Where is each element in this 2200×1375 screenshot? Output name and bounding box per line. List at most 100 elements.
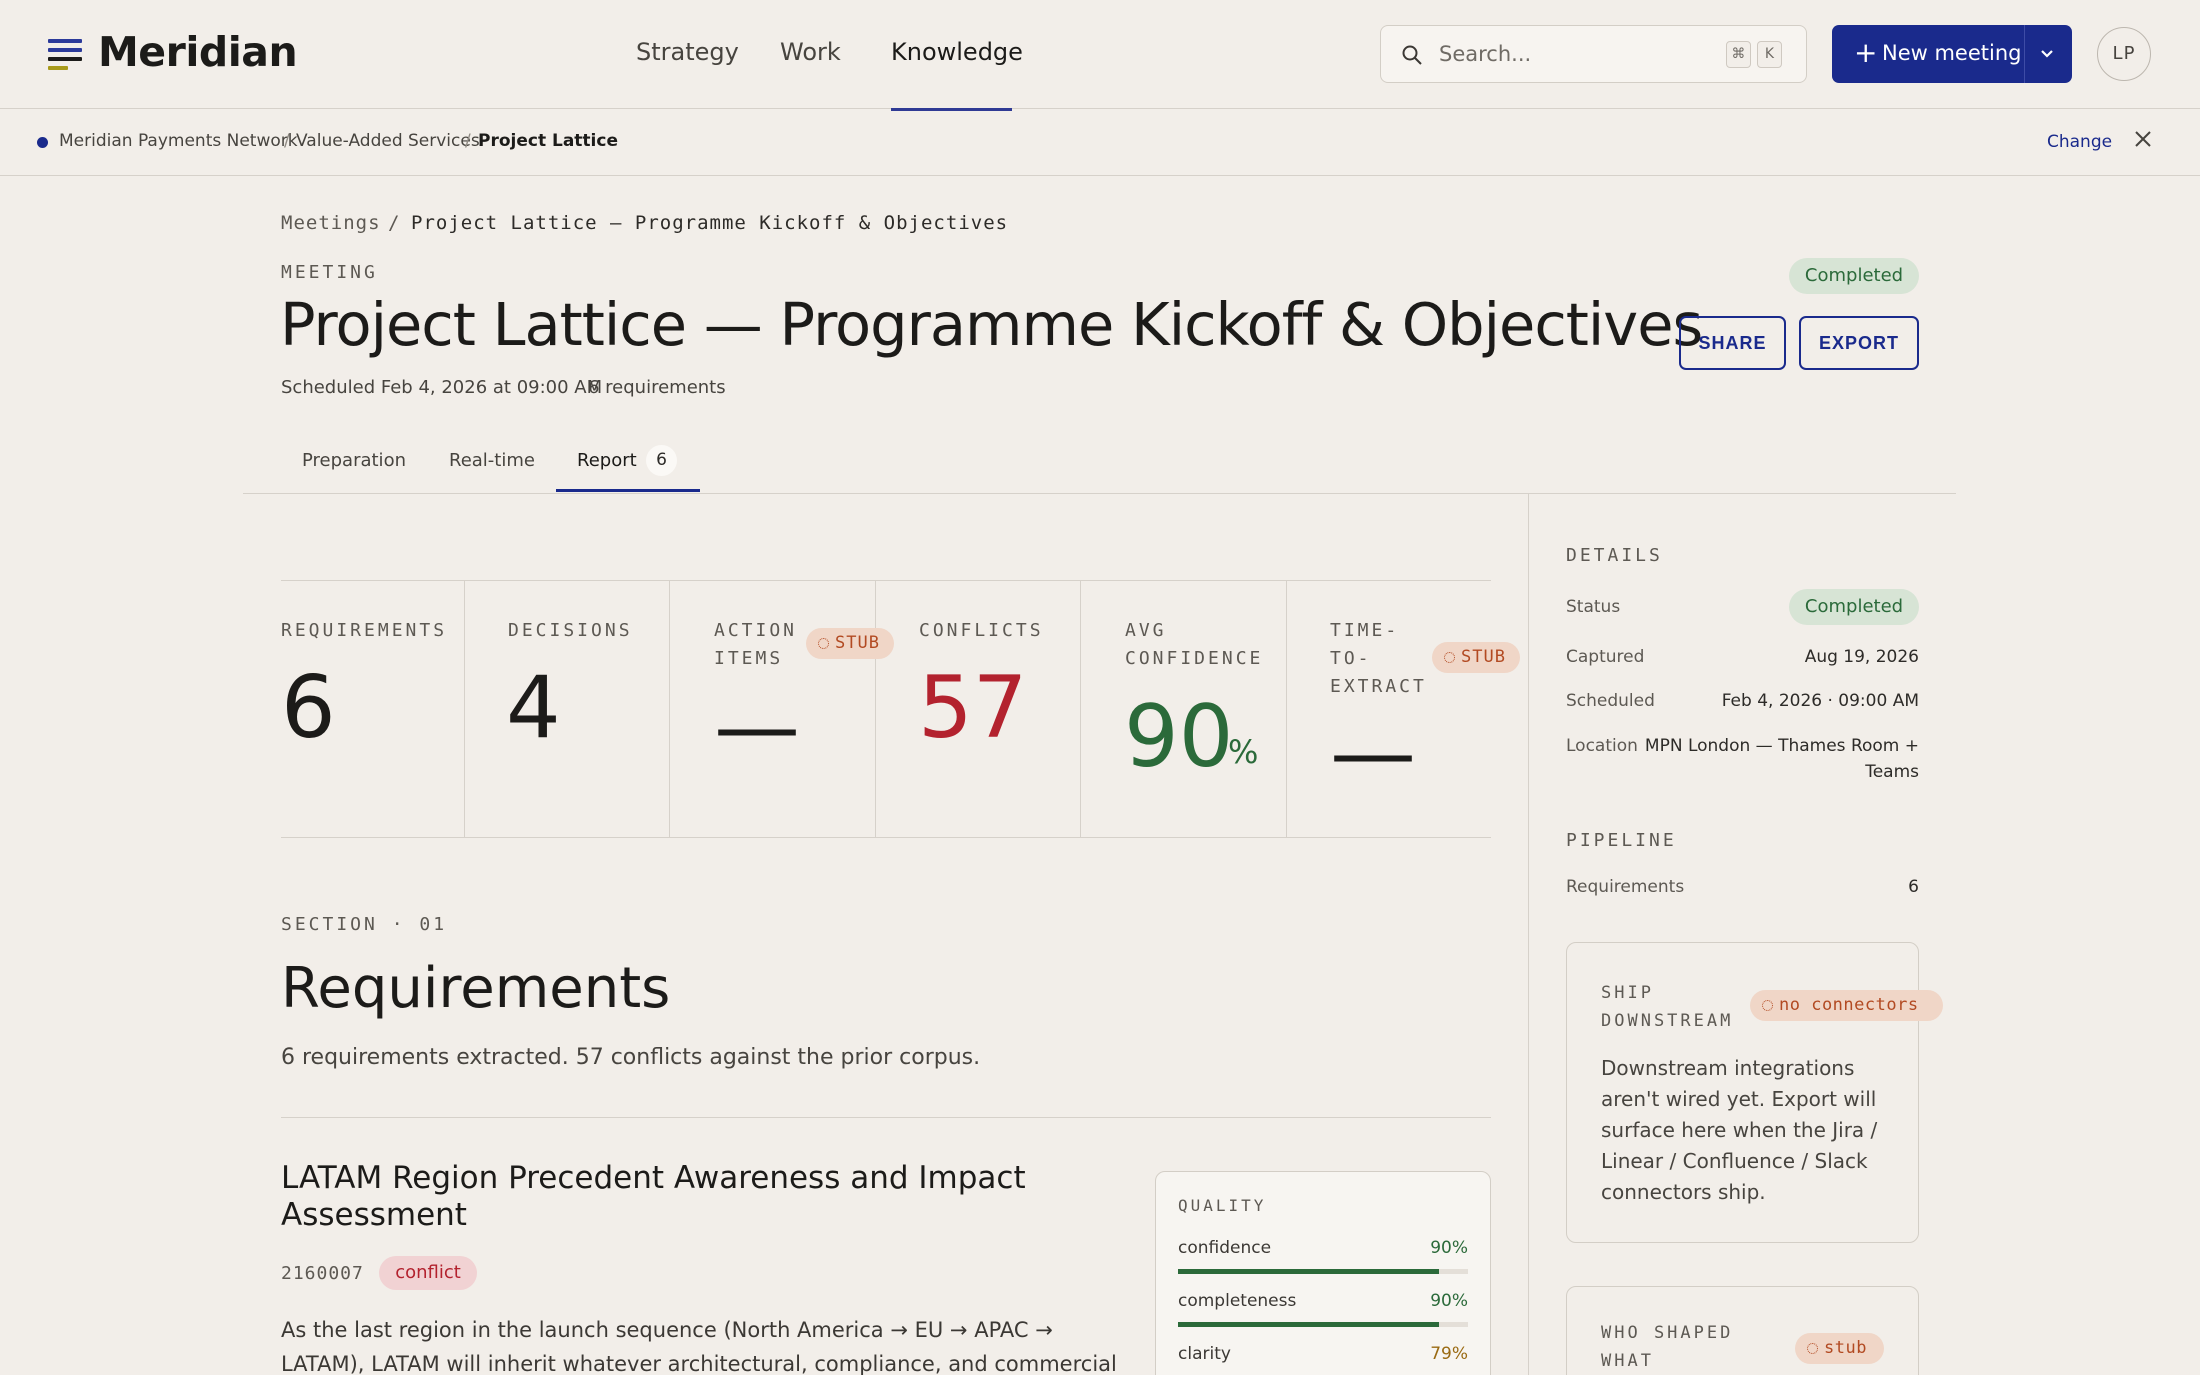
details-captured-key: Captured (1566, 647, 1645, 667)
stat-action-items-label-line1: ACTION (714, 620, 798, 641)
search-placeholder: Search... (1439, 42, 1532, 66)
details-heading: DETAILS (1566, 545, 1663, 566)
details-location-line2: Teams (1865, 762, 1919, 782)
stat-time-stub-badge: STUB (1432, 642, 1520, 673)
requirement-id: 2160007 (281, 1263, 364, 1284)
requirements-count: 6 requirements (588, 377, 726, 398)
stat-time-label-line2: TO- (1330, 648, 1372, 669)
stat-conflicts-value: 57 (918, 658, 1028, 758)
stat-avg-confidence-label: AVG CONFIDENCE (1125, 617, 1263, 673)
who-heading-line1: WHO SHAPED (1601, 1323, 1734, 1343)
stat-decisions-value: 4 (506, 658, 561, 758)
status-badge: Completed (1789, 258, 1919, 294)
stub-icon (1807, 1343, 1818, 1354)
change-context-link[interactable]: Change (2047, 132, 2112, 152)
details-location-line1: MPN London — Thames Room + (1644, 736, 1919, 756)
quality-heading: QUALITY (1178, 1196, 1267, 1215)
new-meeting-split-button: + New meeting (1832, 25, 2072, 83)
stat-avg-confidence-label-line1: AVG (1125, 620, 1167, 641)
quality-card: QUALITY confidence 90% completeness 90% … (1155, 1171, 1491, 1375)
requirement-title[interactable]: LATAM Region Precedent Awareness and Imp… (281, 1160, 1121, 1234)
stat-avg-confidence-unit: % (1228, 733, 1259, 771)
stat-avg-confidence-value: 90 (1124, 687, 1234, 787)
tab-report[interactable]: Report (577, 450, 637, 471)
quality-confidence-fill (1178, 1269, 1439, 1274)
stub-label: STUB (1461, 647, 1506, 667)
who-stub-badge: stub (1795, 1333, 1884, 1364)
quality-completeness-bar (1178, 1322, 1468, 1327)
tabs-divider (243, 493, 1956, 494)
quality-completeness-label: completeness (1178, 1291, 1297, 1311)
page-title: Project Lattice — Programme Kickoff & Ob… (280, 290, 1703, 359)
stat-action-items-value: — (714, 677, 800, 777)
brand-name[interactable]: Meridian (98, 28, 298, 76)
context-org[interactable]: Meridian Payments Network (59, 131, 298, 151)
quality-confidence-label: confidence (1178, 1238, 1272, 1258)
new-meeting-label: New meeting (1882, 41, 2022, 65)
stat-requirements-label: REQUIREMENTS (281, 620, 448, 641)
avatar[interactable]: LP (2097, 27, 2151, 81)
search-icon (1402, 45, 1422, 65)
nav-work[interactable]: Work (780, 38, 841, 66)
plus-icon: + (1854, 36, 1878, 69)
quality-clarity-label: clarity (1178, 1344, 1231, 1364)
stat-divider (875, 581, 876, 837)
ship-downstream-body: Downstream integrations aren't wired yet… (1601, 1056, 1878, 1204)
stat-divider (1080, 581, 1081, 837)
ship-heading-line2: DOWNSTREAM (1601, 1011, 1734, 1031)
new-meeting-button[interactable]: + New meeting (1832, 25, 2025, 83)
panel-divider (1528, 494, 1529, 1375)
stat-time-to-extract-value: — (1330, 703, 1416, 803)
stat-divider (669, 581, 670, 837)
stub-label: STUB (835, 633, 880, 653)
context-project[interactable]: Project Lattice (478, 131, 618, 151)
ship-heading-line1: SHIP (1601, 983, 1654, 1003)
context-bar: Meridian Payments Network / Value-Added … (0, 109, 2200, 176)
top-bar: Meridian Strategy Work Knowledge Search.… (0, 0, 2200, 111)
who-stub-label: stub (1824, 1338, 1867, 1358)
tab-realtime[interactable]: Real-time (449, 450, 535, 471)
details-status-badge: Completed (1789, 589, 1919, 625)
stat-avg-confidence-label-line2: CONFIDENCE (1125, 648, 1264, 669)
stat-conflicts-label: CONFLICTS (919, 620, 1044, 641)
breadcrumb-separator: / (388, 212, 401, 234)
details-scheduled-key: Scheduled (1566, 691, 1655, 711)
stub-icon (818, 638, 829, 649)
stat-action-items-label-line2: ITEMS (714, 648, 784, 669)
share-button[interactable]: SHARE (1679, 316, 1786, 370)
export-button[interactable]: EXPORT (1799, 316, 1919, 370)
stat-time-to-extract-label: TIME- TO- EXTRACT (1330, 617, 1427, 701)
no-connectors-label: no connectors (1779, 995, 1919, 1015)
stat-decisions-label: DECISIONS (508, 620, 633, 641)
quality-completeness-value: 90% (1430, 1291, 1468, 1311)
tab-report-count: 6 (646, 445, 677, 476)
section-description: 6 requirements extracted. 57 conflicts a… (281, 1045, 981, 1070)
search-input[interactable]: Search... ⌘ K (1380, 25, 1807, 83)
pipeline-requirements-key: Requirements (1566, 877, 1685, 897)
scheduled-text: Scheduled Feb 4, 2026 at 09:00 AM (281, 377, 603, 398)
nav-strategy[interactable]: Strategy (636, 38, 739, 66)
who-heading-line2: WHAT (1601, 1351, 1654, 1371)
stat-action-items-label: ACTION ITEMS (714, 617, 797, 673)
stub-icon (1762, 1000, 1773, 1011)
org-dot-icon (37, 137, 48, 148)
stat-requirements-value: 6 (281, 658, 336, 758)
context-separator: / (284, 131, 290, 151)
close-icon[interactable] (2134, 130, 2152, 148)
tab-preparation[interactable]: Preparation (302, 450, 406, 471)
chevron-down-icon[interactable] (2039, 46, 2055, 62)
stat-time-label-line3: EXTRACT (1330, 676, 1427, 697)
tab-active-indicator (556, 489, 700, 492)
breadcrumb-current: Project Lattice — Programme Kickoff & Ob… (411, 212, 1009, 234)
quality-clarity-value: 79% (1430, 1344, 1468, 1364)
stat-divider (464, 581, 465, 837)
nav-knowledge[interactable]: Knowledge (891, 38, 1023, 66)
details-captured-value: Aug 19, 2026 (1804, 647, 1919, 667)
context-area[interactable]: Value-Added Services (296, 131, 480, 151)
details-scheduled-value: Feb 4, 2026 · 09:00 AM (1721, 691, 1919, 711)
section-eyebrow: SECTION · 01 (281, 914, 448, 935)
stat-divider (1286, 581, 1287, 837)
section-title: Requirements (281, 956, 671, 1021)
breadcrumb-meetings[interactable]: Meetings (281, 212, 381, 234)
shortcut-k-key: K (1757, 41, 1782, 68)
